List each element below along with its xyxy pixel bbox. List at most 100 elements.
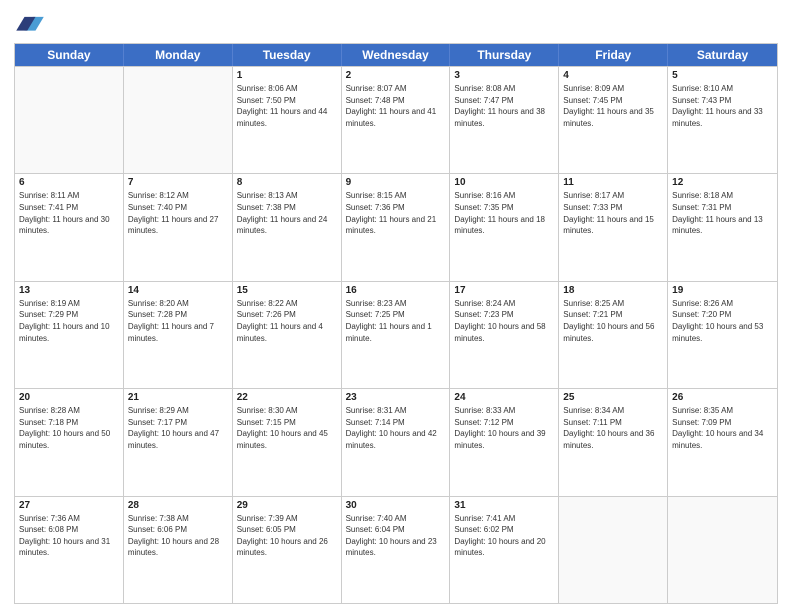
cell-info: Sunrise: 8:06 AM Sunset: 7:50 PM Dayligh…	[237, 83, 337, 129]
cell-day-number: 1	[237, 70, 337, 81]
calendar-cell	[124, 67, 233, 173]
calendar-cell: 5Sunrise: 8:10 AM Sunset: 7:43 PM Daylig…	[668, 67, 777, 173]
cell-info: Sunrise: 8:11 AM Sunset: 7:41 PM Dayligh…	[19, 190, 119, 236]
cell-info: Sunrise: 8:15 AM Sunset: 7:36 PM Dayligh…	[346, 190, 446, 236]
calendar: SundayMondayTuesdayWednesdayThursdayFrid…	[14, 43, 778, 604]
cell-info: Sunrise: 8:25 AM Sunset: 7:21 PM Dayligh…	[563, 298, 663, 344]
cell-info: Sunrise: 8:26 AM Sunset: 7:20 PM Dayligh…	[672, 298, 773, 344]
calendar-cell: 27Sunrise: 7:36 AM Sunset: 6:08 PM Dayli…	[15, 497, 124, 603]
cell-day-number: 24	[454, 392, 554, 403]
cell-info: Sunrise: 8:22 AM Sunset: 7:26 PM Dayligh…	[237, 298, 337, 344]
calendar-body: 1 Sunrise: 8:06 AM Sunset: 7:50 PM Daylig…	[15, 66, 777, 603]
cell-info: Sunrise: 7:40 AM Sunset: 6:04 PM Dayligh…	[346, 513, 446, 559]
calendar-cell: 19 Sunrise: 8:26 AM Sunset: 7:20 PM Dayli…	[668, 282, 777, 388]
calendar-cell: 12 Sunrise: 8:18 AM Sunset: 7:31 PM Dayli…	[668, 174, 777, 280]
calendar-cell: 25 Sunrise: 8:34 AM Sunset: 7:11 PM Dayli…	[559, 389, 668, 495]
cell-info: Sunrise: 8:09 AM Sunset: 7:45 PM Dayligh…	[563, 83, 663, 129]
calendar-cell: 4 Sunrise: 8:09 AM Sunset: 7:45 PM Daylig…	[559, 67, 668, 173]
calendar-cell: 10 Sunrise: 8:16 AM Sunset: 7:35 PM Dayli…	[450, 174, 559, 280]
calendar-week-1: 1 Sunrise: 8:06 AM Sunset: 7:50 PM Daylig…	[15, 66, 777, 173]
calendar-cell	[15, 67, 124, 173]
cell-info: Sunrise: 8:07 AM Sunset: 7:48 PM Dayligh…	[346, 83, 446, 129]
cell-info: Sunrise: 8:13 AM Sunset: 7:38 PM Dayligh…	[237, 190, 337, 236]
cell-day-number: 13	[19, 285, 119, 296]
calendar-cell: 28Sunrise: 7:38 AM Sunset: 6:06 PM Dayli…	[124, 497, 233, 603]
calendar-cell: 23 Sunrise: 8:31 AM Sunset: 7:14 PM Dayli…	[342, 389, 451, 495]
cell-day-number: 5	[672, 70, 773, 81]
cell-day-number: 19	[672, 285, 773, 296]
cell-info: Sunrise: 8:24 AM Sunset: 7:23 PM Dayligh…	[454, 298, 554, 344]
day-header-wednesday: Wednesday	[342, 44, 451, 66]
calendar-cell: 29 Sunrise: 7:39 AM Sunset: 6:05 PM Dayli…	[233, 497, 342, 603]
cell-day-number: 30	[346, 500, 446, 511]
calendar-cell: 15 Sunrise: 8:22 AM Sunset: 7:26 PM Dayli…	[233, 282, 342, 388]
calendar-cell: 11 Sunrise: 8:17 AM Sunset: 7:33 PM Dayli…	[559, 174, 668, 280]
cell-info: Sunrise: 8:30 AM Sunset: 7:15 PM Dayligh…	[237, 405, 337, 451]
day-header-saturday: Saturday	[668, 44, 777, 66]
cell-day-number: 8	[237, 177, 337, 188]
cell-day-number: 10	[454, 177, 554, 188]
cell-info: Sunrise: 8:20 AM Sunset: 7:28 PM Dayligh…	[128, 298, 228, 344]
calendar-cell: 24Sunrise: 8:33 AM Sunset: 7:12 PM Dayli…	[450, 389, 559, 495]
cell-info: Sunrise: 8:08 AM Sunset: 7:47 PM Dayligh…	[454, 83, 554, 129]
cell-info: Sunrise: 7:39 AM Sunset: 6:05 PM Dayligh…	[237, 513, 337, 559]
calendar-cell: 26 Sunrise: 8:35 AM Sunset: 7:09 PM Dayli…	[668, 389, 777, 495]
day-header-monday: Monday	[124, 44, 233, 66]
cell-info: Sunrise: 8:18 AM Sunset: 7:31 PM Dayligh…	[672, 190, 773, 236]
cell-day-number: 22	[237, 392, 337, 403]
calendar-cell: 8 Sunrise: 8:13 AM Sunset: 7:38 PM Daylig…	[233, 174, 342, 280]
cell-day-number: 18	[563, 285, 663, 296]
cell-info: Sunrise: 8:28 AM Sunset: 7:18 PM Dayligh…	[19, 405, 119, 451]
cell-day-number: 9	[346, 177, 446, 188]
cell-info: Sunrise: 8:23 AM Sunset: 7:25 PM Dayligh…	[346, 298, 446, 344]
calendar-cell: 21Sunrise: 8:29 AM Sunset: 7:17 PM Dayli…	[124, 389, 233, 495]
calendar-cell: 2 Sunrise: 8:07 AM Sunset: 7:48 PM Daylig…	[342, 67, 451, 173]
calendar-cell: 16 Sunrise: 8:23 AM Sunset: 7:25 PM Dayli…	[342, 282, 451, 388]
calendar-cell: 30 Sunrise: 7:40 AM Sunset: 6:04 PM Dayli…	[342, 497, 451, 603]
cell-day-number: 2	[346, 70, 446, 81]
calendar-cell: 6Sunrise: 8:11 AM Sunset: 7:41 PM Daylig…	[15, 174, 124, 280]
logo-icon	[16, 10, 44, 32]
cell-info: Sunrise: 7:41 AM Sunset: 6:02 PM Dayligh…	[454, 513, 554, 559]
day-header-sunday: Sunday	[15, 44, 124, 66]
cell-day-number: 12	[672, 177, 773, 188]
cell-day-number: 14	[128, 285, 228, 296]
calendar-header: SundayMondayTuesdayWednesdayThursdayFrid…	[15, 44, 777, 66]
calendar-cell: 17 Sunrise: 8:24 AM Sunset: 7:23 PM Dayli…	[450, 282, 559, 388]
cell-info: Sunrise: 8:19 AM Sunset: 7:29 PM Dayligh…	[19, 298, 119, 344]
cell-info: Sunrise: 8:29 AM Sunset: 7:17 PM Dayligh…	[128, 405, 228, 451]
calendar-week-2: 6Sunrise: 8:11 AM Sunset: 7:41 PM Daylig…	[15, 173, 777, 280]
calendar-cell: 20 Sunrise: 8:28 AM Sunset: 7:18 PM Dayli…	[15, 389, 124, 495]
day-header-tuesday: Tuesday	[233, 44, 342, 66]
cell-day-number: 29	[237, 500, 337, 511]
day-header-thursday: Thursday	[450, 44, 559, 66]
cell-day-number: 15	[237, 285, 337, 296]
cell-day-number: 20	[19, 392, 119, 403]
cell-day-number: 3	[454, 70, 554, 81]
calendar-week-5: 27Sunrise: 7:36 AM Sunset: 6:08 PM Dayli…	[15, 496, 777, 603]
cell-info: Sunrise: 8:34 AM Sunset: 7:11 PM Dayligh…	[563, 405, 663, 451]
cell-day-number: 11	[563, 177, 663, 188]
calendar-cell	[668, 497, 777, 603]
calendar-cell: 3 Sunrise: 8:08 AM Sunset: 7:47 PM Daylig…	[450, 67, 559, 173]
cell-info: Sunrise: 8:12 AM Sunset: 7:40 PM Dayligh…	[128, 190, 228, 236]
cell-info: Sunrise: 8:31 AM Sunset: 7:14 PM Dayligh…	[346, 405, 446, 451]
cell-day-number: 26	[672, 392, 773, 403]
calendar-cell: 9 Sunrise: 8:15 AM Sunset: 7:36 PM Daylig…	[342, 174, 451, 280]
cell-day-number: 7	[128, 177, 228, 188]
calendar-cell: 14 Sunrise: 8:20 AM Sunset: 7:28 PM Dayli…	[124, 282, 233, 388]
cell-day-number: 25	[563, 392, 663, 403]
cell-info: Sunrise: 8:16 AM Sunset: 7:35 PM Dayligh…	[454, 190, 554, 236]
cell-day-number: 27	[19, 500, 119, 511]
calendar-cell: 7 Sunrise: 8:12 AM Sunset: 7:40 PM Daylig…	[124, 174, 233, 280]
cell-day-number: 17	[454, 285, 554, 296]
cell-day-number: 23	[346, 392, 446, 403]
cell-day-number: 28	[128, 500, 228, 511]
cell-day-number: 16	[346, 285, 446, 296]
calendar-week-4: 20 Sunrise: 8:28 AM Sunset: 7:18 PM Dayli…	[15, 388, 777, 495]
logo	[14, 10, 46, 37]
calendar-cell: 13 Sunrise: 8:19 AM Sunset: 7:29 PM Dayli…	[15, 282, 124, 388]
cell-info: Sunrise: 8:35 AM Sunset: 7:09 PM Dayligh…	[672, 405, 773, 451]
cell-info: Sunrise: 8:17 AM Sunset: 7:33 PM Dayligh…	[563, 190, 663, 236]
cell-day-number: 4	[563, 70, 663, 81]
